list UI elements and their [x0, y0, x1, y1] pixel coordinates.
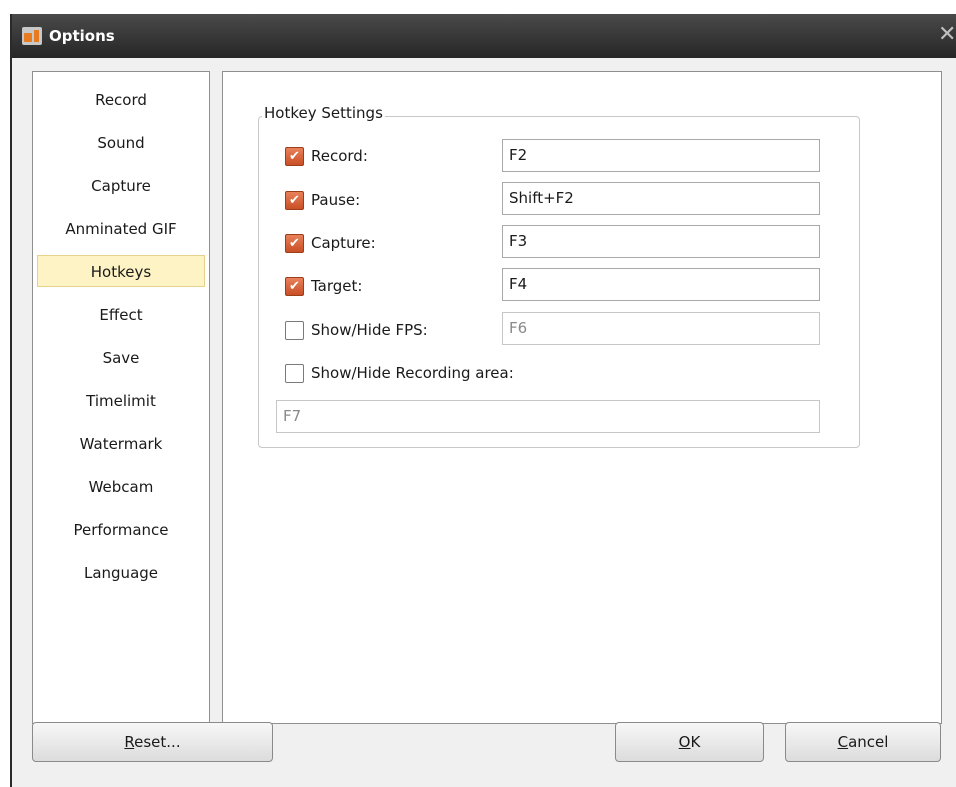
- target-hotkey-field[interactable]: F4: [502, 268, 820, 301]
- sidebar-item-effect[interactable]: Effect: [37, 298, 205, 330]
- fps-hotkey-field[interactable]: F6: [502, 312, 820, 345]
- capture-hotkey-field[interactable]: F3: [502, 225, 820, 258]
- sidebar-item-save[interactable]: Save: [37, 341, 205, 373]
- group-title: Hotkey Settings: [262, 104, 385, 122]
- fps-checkbox[interactable]: [285, 320, 304, 340]
- ok-label: K: [690, 733, 701, 751]
- reset-mnemonic: R: [124, 733, 135, 751]
- hotkey-settings-group: Hotkey Settings ✔ Record: F2 ✔ Pause: Sh…: [258, 104, 860, 448]
- target-checkbox[interactable]: ✔: [285, 276, 304, 296]
- sidebar-item-sound[interactable]: Sound: [37, 126, 205, 158]
- record-checkbox[interactable]: ✔: [285, 146, 304, 166]
- sidebar-item-timelimit[interactable]: Timelimit: [37, 384, 205, 416]
- hotkey-row-record: ✔ Record:: [285, 145, 368, 167]
- sidebar-item-animated-gif[interactable]: Anminated GIF: [37, 212, 205, 244]
- reset-button[interactable]: Reset...: [32, 722, 273, 762]
- record-label: Record:: [311, 147, 368, 165]
- fps-label: Show/Hide FPS:: [311, 321, 428, 339]
- window-title: Options: [49, 27, 115, 45]
- sidebar-item-language[interactable]: Language: [37, 556, 205, 588]
- recording-area-checkbox[interactable]: [285, 363, 304, 383]
- sidebar-item-watermark[interactable]: Watermark: [37, 427, 205, 459]
- settings-panel: Hotkey Settings ✔ Record: F2 ✔ Pause: Sh…: [222, 71, 942, 724]
- cancel-button[interactable]: Cancel: [785, 722, 941, 762]
- app-icon: [22, 27, 42, 45]
- recording-area-label: Show/Hide Recording area:: [311, 364, 514, 382]
- ok-mnemonic: O: [678, 733, 691, 751]
- hotkey-row-recording-area: Show/Hide Recording area:: [285, 362, 514, 384]
- hotkey-row-target: ✔ Target:: [285, 275, 362, 297]
- reset-label: eset...: [134, 733, 181, 751]
- cancel-mnemonic: C: [837, 733, 849, 751]
- hotkey-row-pause: ✔ Pause:: [285, 189, 360, 211]
- hotkey-row-fps: Show/Hide FPS:: [285, 319, 428, 341]
- pause-hotkey-field[interactable]: Shift+F2: [502, 182, 820, 215]
- pause-checkbox[interactable]: ✔: [285, 190, 304, 210]
- ok-button[interactable]: OK: [615, 722, 764, 762]
- sidebar-item-record[interactable]: Record: [37, 83, 205, 115]
- hotkey-row-capture: ✔ Capture:: [285, 232, 376, 254]
- sidebar-item-performance[interactable]: Performance: [37, 513, 205, 545]
- capture-checkbox[interactable]: ✔: [285, 233, 304, 253]
- capture-label: Capture:: [311, 234, 376, 252]
- pause-label: Pause:: [311, 191, 361, 209]
- recording-area-hotkey-field[interactable]: F7: [276, 400, 820, 433]
- close-icon[interactable]: ✕: [938, 22, 956, 48]
- sidebar-item-hotkeys[interactable]: Hotkeys: [37, 255, 205, 287]
- sidebar-item-webcam[interactable]: Webcam: [37, 470, 205, 502]
- cancel-label: ancel: [848, 733, 889, 751]
- sidebar-item-capture[interactable]: Capture: [37, 169, 205, 201]
- target-label: Target:: [311, 277, 363, 295]
- title-bar[interactable]: Options ✕: [12, 14, 956, 58]
- category-list: Record Sound Capture Anminated GIF Hotke…: [32, 71, 210, 724]
- record-hotkey-field[interactable]: F2: [502, 139, 820, 172]
